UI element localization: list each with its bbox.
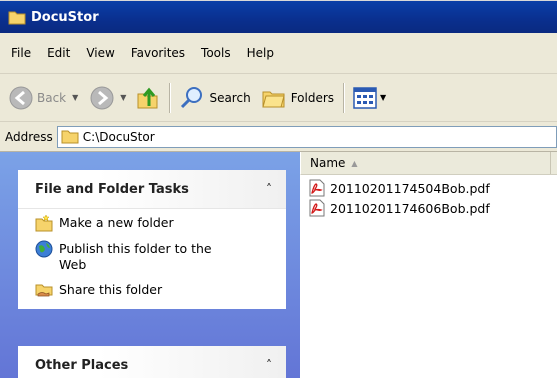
forward-arrow-icon: [90, 86, 114, 109]
collapse-icon[interactable]: ˄: [266, 182, 272, 196]
up-folder-icon: [137, 87, 158, 108]
title-bar[interactable]: DocuStor: [0, 0, 557, 33]
address-bar: Address C:\DocuStor: [0, 122, 557, 152]
task-pane: File and Folder Tasks ˄ Make a new folde…: [0, 152, 300, 378]
address-input[interactable]: C:\DocuStor: [56, 125, 557, 148]
menu-favorites[interactable]: Favorites: [124, 44, 192, 62]
chevron-down-icon[interactable]: ▼: [380, 93, 386, 102]
panel-header[interactable]: Other Places ˄: [18, 346, 286, 378]
views-icon: [353, 86, 377, 109]
views-button[interactable]: ▼: [350, 81, 389, 115]
forward-button[interactable]: ▼: [87, 81, 129, 115]
menu-bar: File Edit View Favorites Tools Help: [0, 33, 557, 74]
file-folder-tasks-panel: File and Folder Tasks ˄ Make a new folde…: [18, 170, 286, 309]
search-button[interactable]: Search: [176, 81, 253, 115]
collapse-icon[interactable]: ˄: [266, 358, 272, 372]
toolbar: Back ▼ ▼ Search Folders ▼: [0, 74, 557, 122]
task-share-folder[interactable]: Share this folder: [35, 282, 274, 299]
menu-help[interactable]: Help: [240, 44, 281, 62]
panel-title: Other Places: [35, 357, 129, 373]
folders-icon: [262, 91, 285, 107]
share-folder-icon: [35, 284, 53, 297]
file-name: 20110201174504Bob.pdf: [330, 180, 490, 196]
folder-icon: [61, 130, 79, 144]
pdf-icon: [309, 199, 325, 217]
menu-file[interactable]: File: [4, 44, 38, 62]
column-header-row: Name ▲: [300, 152, 557, 175]
task-make-new-folder[interactable]: Make a new folder: [35, 214, 274, 232]
menu-tools[interactable]: Tools: [194, 44, 238, 62]
back-button[interactable]: Back ▼: [6, 81, 81, 115]
folder-icon: [8, 11, 26, 25]
other-places-panel: Other Places ˄: [18, 346, 286, 378]
search-icon: [181, 86, 203, 108]
folders-button[interactable]: Folders: [258, 81, 337, 115]
column-header-name[interactable]: Name ▲: [301, 152, 551, 174]
task-label: Publish this folder to the Web: [59, 241, 212, 272]
back-label: Back: [37, 90, 67, 105]
task-label: Share this folder: [59, 282, 163, 297]
folders-label: Folders: [290, 90, 335, 105]
chevron-down-icon[interactable]: ▼: [72, 93, 78, 102]
file-list: Name ▲ 20110201174504Bob.pdf 20110201174…: [300, 152, 557, 378]
new-folder-icon: [35, 214, 53, 232]
search-label: Search: [209, 90, 251, 105]
toolbar-separator: [169, 82, 171, 113]
menu-edit[interactable]: Edit: [40, 44, 77, 62]
pdf-icon: [309, 179, 325, 197]
panel-body: Make a new folder Publish this folder to…: [18, 208, 286, 309]
back-arrow-icon: [9, 86, 33, 109]
column-label: Name: [310, 156, 346, 170]
window-title: DocuStor: [31, 9, 99, 25]
file-row[interactable]: 20110201174504Bob.pdf: [300, 178, 557, 198]
file-name: 20110201174606Bob.pdf: [330, 200, 490, 216]
chevron-down-icon[interactable]: ▼: [120, 93, 126, 102]
panel-header[interactable]: File and Folder Tasks ˄: [18, 170, 286, 208]
sort-ascending-icon: ▲: [351, 158, 358, 168]
menu-view[interactable]: View: [79, 44, 121, 62]
panel-title: File and Folder Tasks: [35, 181, 189, 197]
task-publish-to-web[interactable]: Publish this folder to the Web: [35, 240, 274, 273]
up-folder-button[interactable]: [133, 81, 163, 115]
task-label: Make a new folder: [59, 215, 174, 230]
globe-icon: [35, 240, 53, 258]
file-row[interactable]: 20110201174606Bob.pdf: [300, 198, 557, 218]
address-path: C:\DocuStor: [82, 129, 155, 144]
address-label: Address: [5, 129, 53, 144]
toolbar-separator: [343, 82, 345, 113]
